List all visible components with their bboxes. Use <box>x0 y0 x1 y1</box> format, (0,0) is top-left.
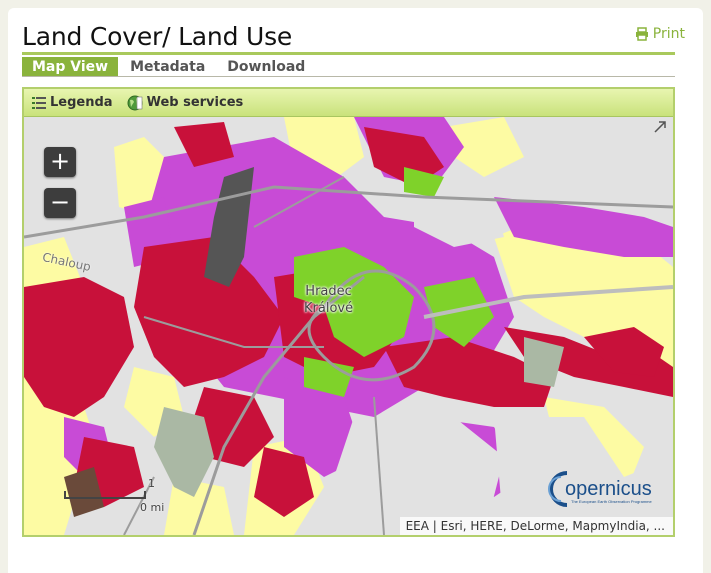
map-canvas[interactable]: + − Chaloup Hradec Králové 1 0 mi operni… <box>24 117 673 535</box>
title-divider <box>22 52 675 55</box>
svg-text:The European Earth Observation: The European Earth Observation Programme <box>571 499 652 504</box>
list-icon <box>32 96 46 110</box>
print-label: Print <box>652 26 685 42</box>
map-attribution: EEA | Esri, HERE, DeLorme, MapmyIndia, .… <box>399 517 673 535</box>
tab-map-view[interactable]: Map View <box>22 57 119 77</box>
city-label-line1: Hradec <box>305 284 352 299</box>
legend-label: Legenda <box>50 95 113 110</box>
tab-download[interactable]: Download <box>217 57 315 77</box>
expand-icon[interactable] <box>653 119 667 133</box>
scale-bar <box>64 491 146 499</box>
print-button[interactable]: Print <box>635 26 685 42</box>
tab-metadata[interactable]: Metadata <box>120 57 215 77</box>
zoom-in-button[interactable]: + <box>44 147 76 177</box>
page-title: Land Cover/ Land Use <box>22 22 293 51</box>
tabs-divider <box>22 76 675 77</box>
scale-label-top: 1 <box>148 477 155 490</box>
city-label-line2: Králové <box>304 301 354 316</box>
printer-icon <box>635 27 649 41</box>
globe-icon <box>127 95 143 111</box>
copernicus-logo: opernicus The European Earth Observation… <box>547 469 665 509</box>
zoom-out-button[interactable]: − <box>44 188 76 218</box>
scale-label-bottom: 0 mi <box>140 501 165 514</box>
map-panel: Legenda Web services + − Chaloup Hradec … <box>22 87 675 537</box>
city-label: Hradec Králové <box>304 283 353 317</box>
tab-bar: Map View Metadata Download <box>22 57 317 77</box>
legend-button[interactable]: Legenda <box>32 95 113 110</box>
web-services-button[interactable]: Web services <box>127 95 244 111</box>
web-services-label: Web services <box>146 95 244 110</box>
map-toolbar: Legenda Web services <box>24 89 673 117</box>
svg-text:opernicus: opernicus <box>565 478 652 500</box>
